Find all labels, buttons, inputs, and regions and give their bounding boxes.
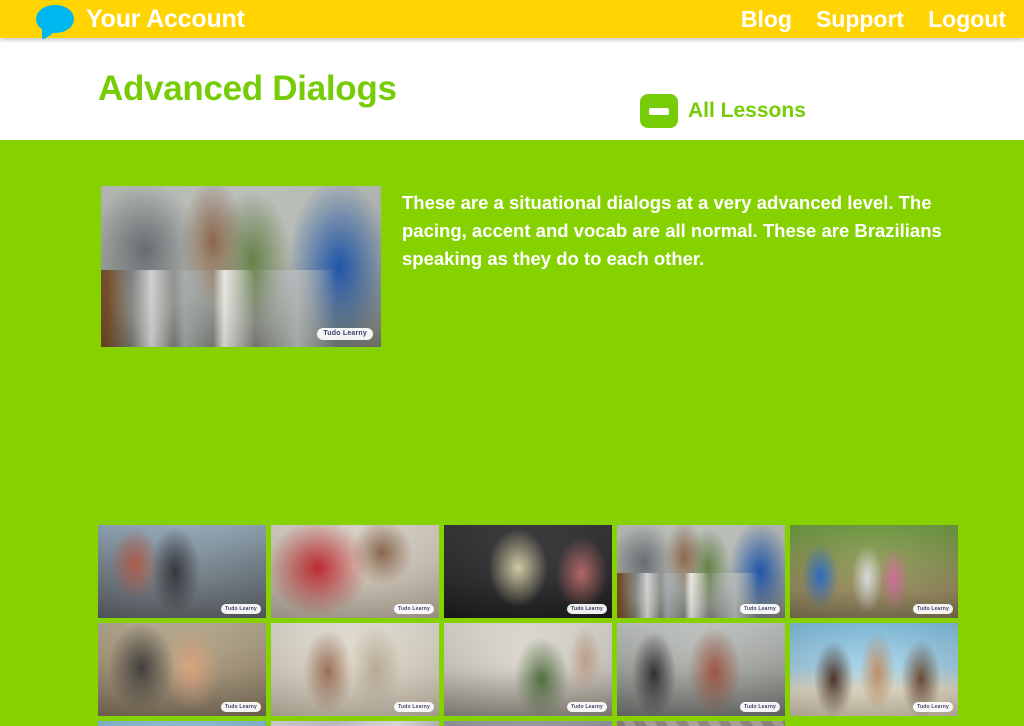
watermark-label: Tudo Learny [913, 604, 953, 614]
brand-title: Your Account [86, 4, 245, 33]
watermark-label: Tudo Learny [913, 702, 953, 712]
lesson-thumbnail[interactable]: Tudo Learny [444, 721, 612, 726]
lesson-thumbnail[interactable]: Tudo Learny [271, 721, 439, 726]
nav-links: Blog Support Logout [741, 6, 1006, 33]
hero-lesson-thumbnail[interactable]: Tudo Learny [98, 183, 384, 350]
thumbnail-photo [98, 721, 266, 726]
page-title: Advanced Dialogs [98, 69, 397, 108]
title-band: Advanced Dialogs All Lessons [0, 38, 1024, 140]
watermark-label: Tudo Learny [394, 702, 434, 712]
thumbnail-photo [271, 721, 439, 726]
hero-row: Tudo Learny These are a situational dial… [0, 140, 1024, 350]
hero-photo [101, 186, 381, 347]
lesson-thumbnail[interactable]: Tudo Learny [617, 525, 785, 618]
lesson-thumbnail[interactable]: Tudo Learny [271, 525, 439, 618]
watermark-label: Tudo Learny [221, 604, 261, 614]
watermark-label: Tudo Learny [567, 702, 607, 712]
speech-bubble-icon [36, 5, 74, 40]
thumbnail-row: Tudo Learny Tudo Learny Tudo Learny Tudo… [98, 623, 968, 716]
lesson-thumbnail-grid: Tudo Learny Tudo Learny Tudo Learny Tudo… [98, 525, 968, 726]
lesson-thumbnail[interactable]: Tudo Learny [617, 623, 785, 716]
lesson-thumbnail[interactable]: Tudo Learny [444, 525, 612, 618]
thumbnail-row: Tudo Learny Tudo Learny Tudo Learny Tudo… [98, 721, 968, 726]
lesson-thumbnail[interactable]: Tudo Learny [98, 623, 266, 716]
watermark-label: Tudo Learny [394, 604, 434, 614]
all-lessons-button[interactable]: All Lessons [640, 94, 806, 128]
nav-link-support[interactable]: Support [816, 6, 904, 33]
lesson-thumbnail[interactable]: Tudo Learny [617, 721, 785, 726]
nav-link-blog[interactable]: Blog [741, 6, 792, 33]
minus-collapse-icon [640, 94, 678, 128]
lesson-thumbnail[interactable]: Tudo Learny [98, 721, 266, 726]
watermark-label: Tudo Learny [740, 702, 780, 712]
brand[interactable]: Your Account [36, 4, 245, 40]
thumbnail-photo [617, 721, 785, 726]
lesson-thumbnail[interactable]: Tudo Learny [790, 525, 958, 618]
lesson-thumbnail[interactable]: Tudo Learny [98, 525, 266, 618]
lesson-thumbnail[interactable]: Tudo Learny [444, 623, 612, 716]
nav-link-logout[interactable]: Logout [928, 6, 1006, 33]
watermark-label: Tudo Learny [221, 702, 261, 712]
top-navigation-bar: Your Account Blog Support Logout [0, 0, 1024, 40]
thumbnail-row: Tudo Learny Tudo Learny Tudo Learny Tudo… [98, 525, 968, 618]
all-lessons-label: All Lessons [688, 99, 806, 122]
watermark-label: Tudo Learny [740, 604, 780, 614]
lesson-thumbnail[interactable]: Tudo Learny [271, 623, 439, 716]
lesson-description: These are a situational dialogs at a ver… [402, 192, 942, 269]
watermark-label: Tudo Learny [317, 328, 373, 340]
lesson-content-area: Tudo Learny These are a situational dial… [0, 140, 1024, 726]
lesson-thumbnail[interactable]: Tudo Learny [790, 623, 958, 716]
thumbnail-photo [444, 721, 612, 726]
watermark-label: Tudo Learny [567, 604, 607, 614]
